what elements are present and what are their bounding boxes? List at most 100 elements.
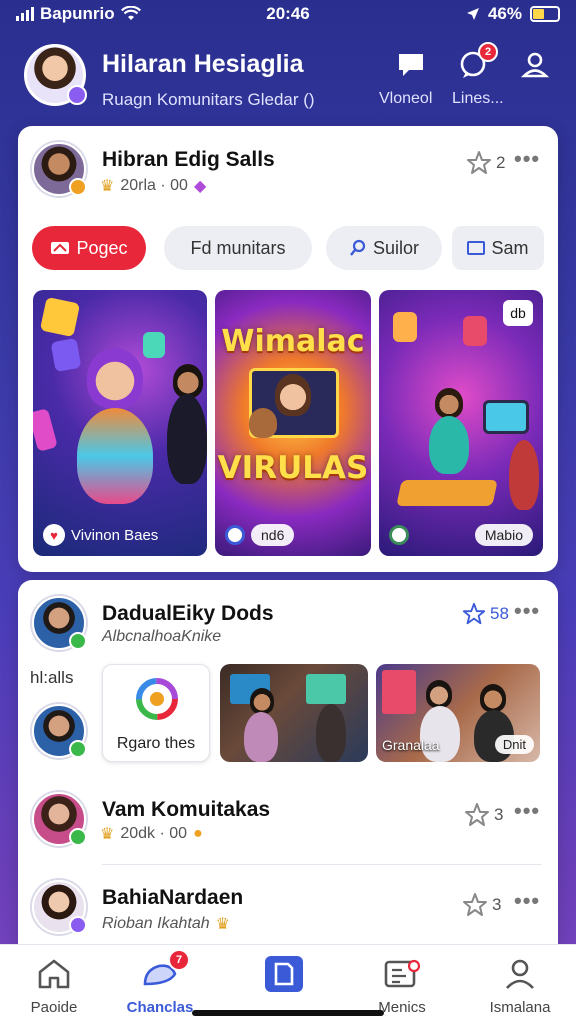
pet-figure: [249, 408, 277, 438]
status-bar: Bapunrio 20:46 46%: [0, 0, 576, 30]
media-icon: [384, 959, 420, 988]
nav-item-media[interactable]: Menics: [352, 955, 452, 1016]
person-figure: [480, 684, 506, 712]
globe-icon: [389, 525, 409, 545]
expand-button[interactable]: db: [503, 300, 533, 326]
battery-icon: [530, 6, 560, 22]
more-options-icon[interactable]: •••: [514, 888, 540, 914]
like-count: 3: [492, 895, 502, 914]
comment-button[interactable]: 2: [456, 42, 498, 82]
tile-caption: nd6: [225, 524, 295, 546]
crown-icon: ♛: [215, 916, 230, 933]
tile-caption-text: Mabio: [474, 524, 533, 546]
like-button[interactable]: 58: [462, 602, 509, 626]
like-button[interactable]: 3: [462, 892, 501, 918]
nav-item-profile[interactable]: Ismalana: [470, 955, 570, 1016]
tile-headline: Wimalac: [221, 324, 365, 359]
chat-button[interactable]: [394, 48, 428, 82]
media-tag: Dnit: [494, 735, 534, 754]
more-options-icon[interactable]: •••: [514, 598, 540, 624]
chip-sam[interactable]: Sam: [452, 226, 544, 270]
post-author[interactable]: Vam Komuitakas: [102, 798, 270, 822]
tile-caption: ♥ Vivinon Baes: [43, 524, 158, 546]
post-author[interactable]: BahiaNardaen: [102, 886, 243, 910]
arcade-screen: [306, 674, 346, 704]
tile-caption-text: Vivinon Baes: [71, 526, 159, 544]
more-options-icon[interactable]: •••: [514, 798, 540, 824]
page-subtitle: Ruagn Komunitars Gledar (): [102, 90, 315, 109]
avatar[interactable]: [32, 792, 87, 846]
chip-suilor[interactable]: Suilor: [326, 226, 442, 270]
person-figure: [250, 688, 274, 714]
online-badge: [69, 828, 87, 846]
avatar[interactable]: [32, 142, 87, 196]
avatar[interactable]: [32, 880, 87, 934]
chip-label: Sam: [491, 237, 529, 258]
chip-fd-munitars[interactable]: Fd munitars: [164, 226, 312, 270]
profile-icon: [521, 52, 549, 78]
globe-icon: [225, 525, 245, 545]
crown-icon: ♛: [100, 178, 115, 195]
media-tile[interactable]: ♥ Vivinon Baes: [33, 290, 207, 556]
status-badge: [69, 916, 87, 934]
character-figure: [77, 408, 153, 504]
heart-icon: ♥: [43, 524, 65, 546]
media-caption: Rgaro thes: [116, 735, 196, 752]
tile-caption-text: nd6: [251, 524, 295, 546]
poster: [382, 670, 416, 714]
character-figure: [87, 348, 143, 408]
decor-shape: [50, 337, 82, 373]
post-author[interactable]: Hibran Edig Salls: [102, 148, 275, 172]
decor-shape: [463, 316, 487, 346]
nav-label: Ismalana: [489, 999, 551, 1016]
music-icon: [51, 242, 70, 254]
home-icon: [38, 959, 70, 989]
home-indicator[interactable]: [192, 1010, 384, 1016]
online-badge: [69, 740, 87, 758]
like-button[interactable]: 2: [466, 150, 505, 176]
media-tile[interactable]: Wimalac VIRULAS nd6: [215, 290, 371, 556]
decor-shape: [39, 296, 81, 338]
notification-badge: 7: [168, 949, 190, 971]
user-avatar[interactable]: [24, 44, 87, 106]
notification-badge: 2: [478, 42, 498, 62]
like-count: 58: [490, 604, 509, 623]
profile-icon: [506, 959, 534, 989]
nav-label: Paoide: [30, 999, 78, 1016]
post-time: 20rla · 00: [120, 177, 188, 194]
post-author[interactable]: DadualEiky Dods: [102, 602, 274, 626]
avatar[interactable]: [32, 704, 87, 758]
profile-button[interactable]: [518, 48, 552, 82]
gem-icon: ◆: [193, 178, 207, 195]
star-icon: [462, 602, 486, 625]
nav-item-home[interactable]: Paoide: [4, 955, 104, 1016]
chip-label: Fd munitars: [190, 237, 286, 258]
online-badge: [69, 632, 87, 650]
person-figure: [173, 364, 203, 398]
media-card[interactable]: Rgaro thes: [102, 664, 210, 762]
decor-shape: [33, 408, 58, 452]
person-figure: [167, 394, 207, 484]
star-icon: [463, 893, 487, 916]
nav-item-bookmark[interactable]: [234, 955, 334, 993]
avatar[interactable]: [32, 596, 87, 650]
corner-label: db: [510, 305, 526, 321]
side-label: hl:alls: [30, 668, 74, 687]
media-card[interactable]: Granalaa Dnit: [376, 664, 540, 762]
like-button[interactable]: 3: [464, 802, 503, 828]
battery-percent: 46%: [487, 4, 522, 23]
person-figure: [429, 416, 469, 474]
tile-caption: Mabio: [389, 524, 533, 546]
game-board: [396, 480, 498, 506]
more-options-icon[interactable]: •••: [514, 146, 540, 172]
media-tile[interactable]: db Mabio: [379, 290, 543, 556]
person-figure: [275, 374, 311, 416]
person-figure: [426, 680, 452, 708]
divider: [102, 864, 542, 865]
media-card[interactable]: [220, 664, 368, 762]
screen-icon: [467, 241, 486, 255]
chip-pogec[interactable]: Pogec: [32, 226, 146, 270]
person-figure: [316, 704, 346, 762]
nav-item-community[interactable]: 7 Chanclas: [110, 949, 210, 1016]
person-figure: [244, 712, 278, 762]
